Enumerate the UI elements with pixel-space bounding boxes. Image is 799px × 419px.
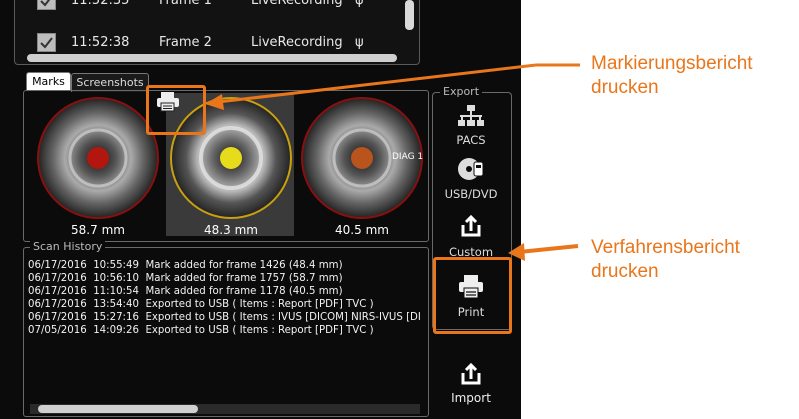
callout-line-2: drucken: [591, 77, 659, 98]
arrow-head: [508, 243, 525, 261]
callout-line-1: Markierungsbericht: [591, 53, 753, 74]
callout-line-2: drucken: [591, 261, 659, 282]
arrow-head: [205, 94, 224, 110]
callout-line-1: Verfahrensbericht: [591, 237, 740, 258]
marks-report-callout: Markierungsbericht drucken: [591, 52, 753, 100]
callout-line: [518, 244, 579, 254]
procedure-report-callout: Verfahrensbericht drucken: [591, 236, 740, 284]
callout-line: [217, 63, 537, 104]
